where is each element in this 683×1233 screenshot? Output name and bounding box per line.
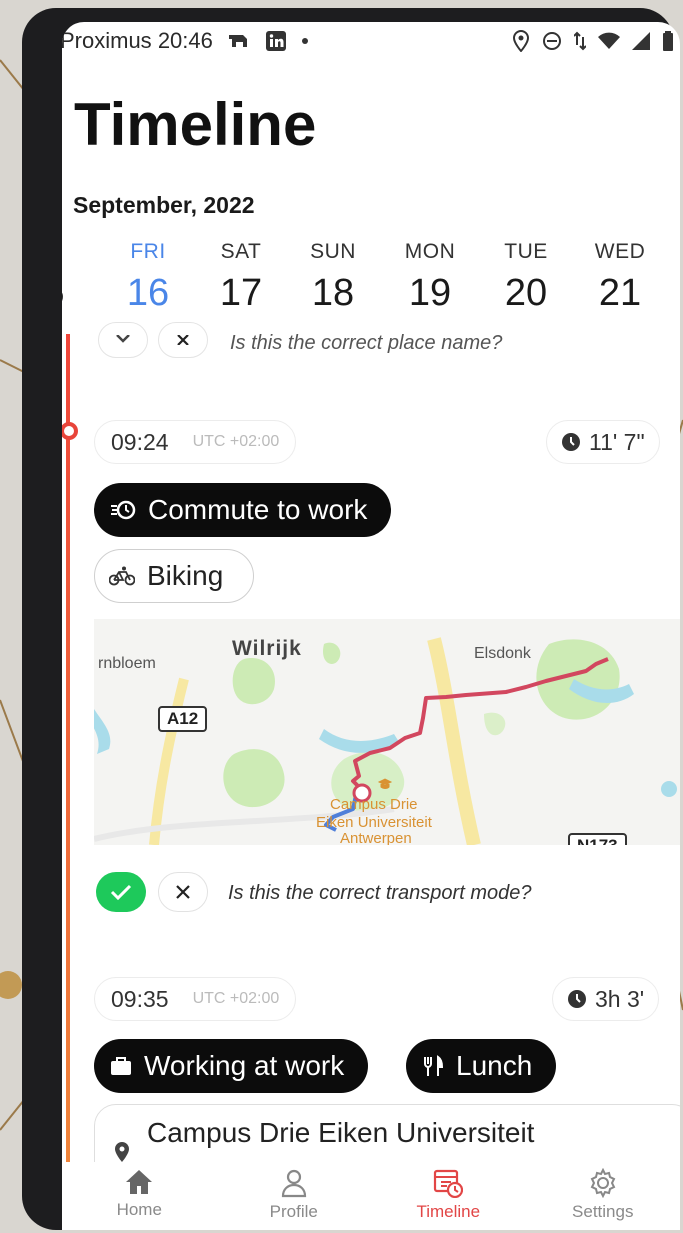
nav-label: Settings [572,1202,634,1221]
nav-profile[interactable]: Profile [217,1162,372,1230]
duration-value: 11' 7" [589,428,645,455]
activity-label: Commute to work [148,494,368,525]
status-bar: Proximus 20:46 [62,22,680,60]
timeline-rail [66,334,70,1230]
bicycle-icon [109,566,135,586]
poi-label-line1: Campus Drie [330,796,418,813]
briefcase-icon [111,1057,131,1075]
wifi-icon [598,32,620,49]
commute-icon [111,500,136,520]
confirm-button-previous[interactable] [98,322,148,358]
duration-pill: 3h 3' [552,977,660,1021]
nav-label: Home [116,1200,162,1219]
transport-question: Is this the correct transport mode? [228,882,532,904]
clock-icon [568,990,586,1008]
reject-button-previous[interactable] [158,322,208,358]
carrier-time: Proximus 20:46 [62,28,213,54]
bottom-navigation: Home Profile Timeline Settings [62,1162,680,1230]
day-number: 16 [126,272,170,314]
gear-icon [590,1168,616,1198]
day-16-selected[interactable]: FRI 16 [108,240,188,315]
day-name: SUN [310,240,356,263]
day-number: 5 [62,272,94,315]
duration-pill: 11' 7" [546,420,660,464]
location-pin-icon [115,1142,129,1162]
month-label[interactable]: September, 2022 [73,192,255,219]
day-name: MON [404,240,456,263]
map-label-wilrijk: Wilrijk [232,637,302,660]
entry-timezone: UTC +02:00 [192,990,280,1007]
location-icon [512,30,530,52]
place-question: Is this the correct place name? [230,332,503,354]
day-number: 17 [219,272,263,314]
day-15[interactable]: U 5 [62,240,94,315]
day-number: 20 [504,272,548,314]
day-name: TUE [504,240,548,263]
fork-knife-icon [424,1055,444,1076]
activity-tag-work[interactable]: Working at work [94,1039,369,1093]
signal-icon [632,32,650,50]
day-name: WED [594,240,646,263]
nav-settings[interactable]: Settings [526,1162,681,1230]
entry-time: 09:24 [111,428,169,455]
dnd-icon [543,32,561,50]
day-number: 19 [408,272,452,314]
entry-time-pill: 09:35 UTC +02:00 [94,977,297,1021]
profile-icon [281,1169,306,1198]
timeline-node [62,422,78,440]
app-screen: Proximus 20:46 Timeline September, 2022 … [62,22,680,1230]
activity-label: Working at work [144,1050,345,1081]
activity-tag-commute[interactable]: Commute to work [94,483,392,537]
network-speed-icon [228,35,247,47]
chevron-down-icon [116,335,130,343]
day-name: FRI [130,240,166,263]
clock-icon [562,433,580,451]
checkmark-icon [110,884,132,900]
page-title: Timeline [74,91,317,158]
battery-icon [663,31,673,51]
day-17[interactable]: SAT 17 [201,240,281,315]
home-icon [126,1170,153,1194]
reject-transport-button[interactable] [158,872,208,912]
dot-icon [301,38,308,44]
activity-tag-lunch[interactable]: Lunch [406,1039,557,1093]
day-21[interactable]: WED 21 [580,240,660,315]
clock: 20:46 [157,28,213,53]
day-number: 18 [311,272,355,314]
day-number: 21 [598,272,642,314]
day-18[interactable]: SUN 18 [293,240,373,315]
duration-value: 3h 3' [595,985,645,1012]
transport-mode-label: Biking [147,560,224,591]
close-icon [176,885,190,899]
activity-label: Lunch [456,1050,533,1081]
entry-timezone: UTC +02:00 [192,433,280,450]
poi-label-line3: Antwerpen [340,830,412,845]
data-icon [574,31,586,51]
place-name: Campus Drie Eiken Universiteit [147,1117,535,1148]
transport-mode-tag[interactable]: Biking [94,549,255,603]
map-label-rnbloem: rnbloem [98,655,156,672]
confirm-transport-button[interactable] [96,872,146,912]
phone-frame: Proximus 20:46 Timeline September, 2022 … [22,8,680,1230]
timeline-icon [434,1169,464,1198]
day-name: U [62,240,94,264]
nav-label: Timeline [416,1202,481,1221]
route-map[interactable]: Wilrijk Elsdonk rnbloem A12 N173 Campus … [94,619,680,845]
nav-home[interactable]: Home [62,1162,217,1230]
road-badge-n173: N173 [568,833,627,845]
nav-timeline[interactable]: Timeline [371,1162,526,1230]
day-19[interactable]: MON 19 [390,240,470,315]
close-icon [177,335,189,345]
road-badge-a12: A12 [158,706,208,732]
nav-label: Profile [269,1202,318,1221]
linkedin-icon [265,31,286,51]
map-label-elsdonk: Elsdonk [474,645,531,662]
entry-time: 09:35 [111,985,169,1012]
day-name: SAT [220,240,262,263]
entry-time-pill: 09:24 UTC +02:00 [94,420,297,464]
carrier-name: Proximus [62,28,152,53]
day-20[interactable]: TUE 20 [486,240,566,315]
